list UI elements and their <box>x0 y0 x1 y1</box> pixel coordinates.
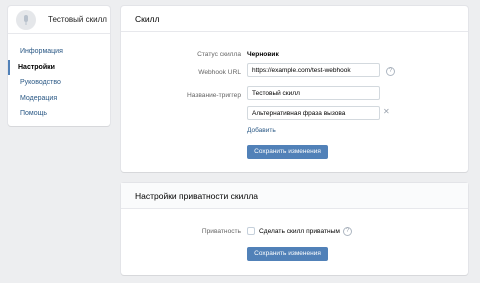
private-checkbox[interactable] <box>247 227 255 235</box>
skill-card-title: Скилл <box>121 6 468 32</box>
sidebar-item-moderation[interactable]: Модерация <box>8 91 110 107</box>
status-value: Черновик <box>247 51 279 58</box>
sidebar: Тестовый скилл Информация Настройки Руко… <box>8 6 110 126</box>
skill-avatar <box>16 9 36 30</box>
close-icon[interactable]: ✕ <box>383 107 390 116</box>
add-phrase-link[interactable]: Добавить <box>247 127 276 134</box>
webhook-label: Webhook URL <box>198 69 241 76</box>
microphone-icon <box>24 14 28 25</box>
privacy-card-title: Настройки приватности скилла <box>121 183 468 209</box>
sidebar-item-settings[interactable]: Настройки <box>8 59 110 75</box>
sidebar-title: Тестовый скилл <box>48 15 107 24</box>
question-circle-icon[interactable]: ? <box>343 227 352 236</box>
trigger-name-input[interactable] <box>247 86 380 100</box>
webhook-url-input[interactable] <box>247 63 380 77</box>
sidebar-menu: Информация Настройки Руководство Модерац… <box>8 34 110 122</box>
save-skill-button[interactable]: Сохранить изменения <box>247 145 328 159</box>
sidebar-item-guide[interactable]: Руководство <box>8 75 110 91</box>
privacy-card: Настройки приватности скилла Приватность… <box>121 183 468 275</box>
trigger-label: Название-триггер <box>186 92 241 99</box>
private-checkbox-label[interactable]: Сделать скилл приватным <box>259 228 340 235</box>
sidebar-item-info[interactable]: Информация <box>8 44 110 60</box>
skill-card: Скилл Статус скилла Черновик Webhook URL… <box>121 6 468 172</box>
sidebar-item-help[interactable]: Помощь <box>8 106 110 122</box>
save-privacy-button[interactable]: Сохранить изменения <box>247 247 328 261</box>
alt-phrase-input[interactable] <box>247 106 380 120</box>
privacy-label: Приватность <box>201 228 241 235</box>
status-label: Статус скилла <box>197 51 241 58</box>
sidebar-header: Тестовый скилл <box>8 6 110 34</box>
question-circle-icon[interactable]: ? <box>386 67 395 76</box>
